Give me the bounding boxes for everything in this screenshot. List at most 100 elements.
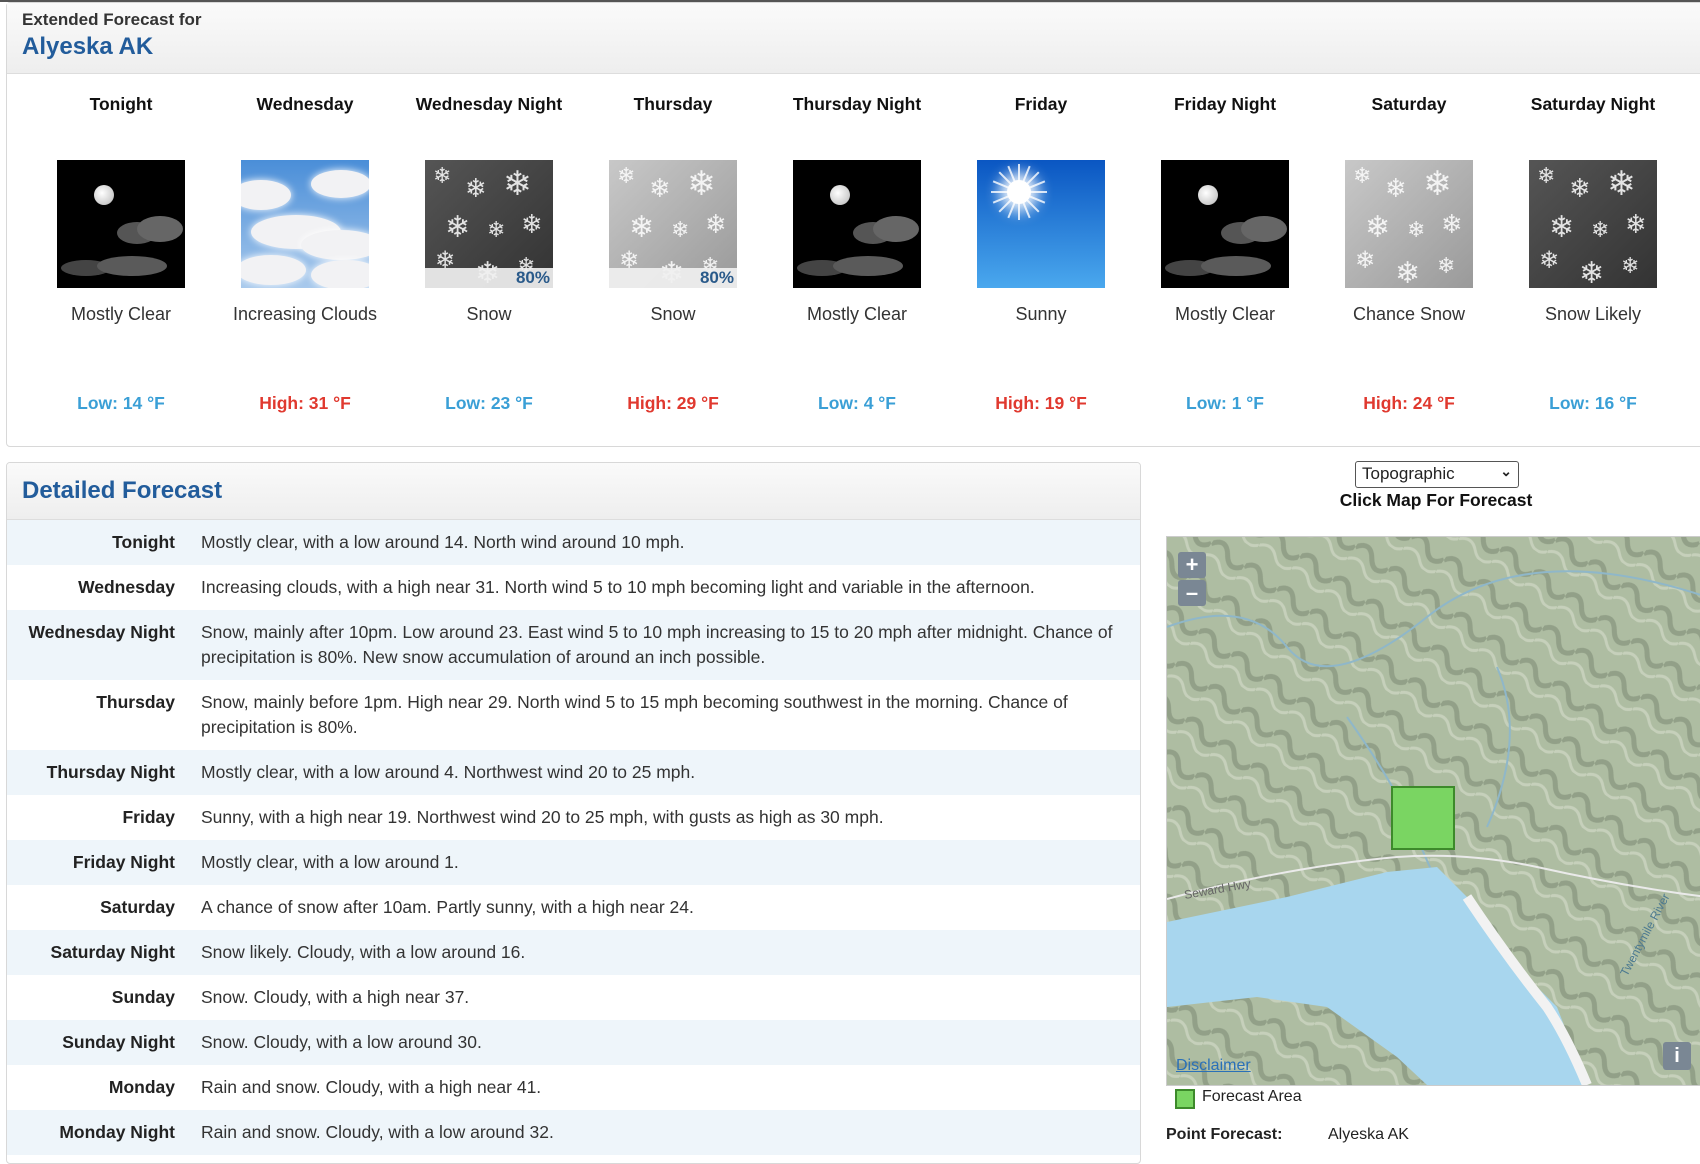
row-label: Tonight xyxy=(112,532,175,552)
extended-forecast-panel: Extended Forecast for Alyeska AK Tonight… xyxy=(6,2,1700,447)
low-temp: Low: 23 °F xyxy=(445,393,533,413)
extended-forecast-subtitle: Extended Forecast for xyxy=(22,10,202,29)
detailed-forecast-header: Detailed Forecast xyxy=(7,463,1140,520)
table-row: Friday Sunny, with a high near 19. Northw… xyxy=(7,795,1140,840)
period-name: Wednesday Night xyxy=(415,94,563,114)
row-label: Monday xyxy=(108,1077,175,1097)
table-row: Monday Rain and snow. Cloudy, with a high… xyxy=(7,1065,1140,1110)
row-label: Sunday Night xyxy=(62,1032,175,1052)
detailed-forecast-table: Tonight Mostly clear, with a low around 1… xyxy=(7,520,1140,1155)
disclaimer-link[interactable]: Disclaimer xyxy=(1176,1057,1251,1075)
row-label: Thursday xyxy=(96,692,175,712)
detailed-forecast-panel: Detailed Forecast Tonight Mostly clear, w… xyxy=(6,462,1141,1164)
row-label: Friday xyxy=(122,807,175,827)
row-label: Sunday xyxy=(111,987,175,1007)
table-row: Monday Night Rain and snow. Cloudy, with … xyxy=(7,1110,1140,1155)
forecast-periods: Tonight Mostly Clear Low: 14 °F Wednesday In… xyxy=(7,75,1700,445)
row-text: Rain and snow. Cloudy, with a high near … xyxy=(201,1077,542,1097)
snow-night-icon: ❄ ❄ ❄ ❄ ❄ ❄ ❄ ❄ ❄ xyxy=(1529,160,1657,288)
table-row: Wednesday Increasing clouds, with a high … xyxy=(7,565,1140,610)
period-short-desc: Snow Likely xyxy=(1544,304,1642,324)
extended-forecast-header: Extended Forecast for Alyeska AK xyxy=(7,3,1700,74)
forecast-period[interactable]: Saturday ❄ ❄ ❄ ❄ ❄ ❄ ❄ ❄ ❄ Chance Snow High: 24 °F xyxy=(1317,75,1501,413)
row-label: Wednesday Night xyxy=(28,622,175,642)
point-forecast-value: Alyeska AK xyxy=(1328,1126,1409,1143)
night-few-clouds-icon xyxy=(793,160,921,288)
forecast-period[interactable]: Tonight Mostly Clear Low: 14 °F xyxy=(29,75,213,413)
table-row: Thursday Snow, mainly before 1pm. High ne… xyxy=(7,680,1140,750)
location-title: Alyeska AK xyxy=(22,33,154,60)
low-temp: Low: 16 °F xyxy=(1549,393,1637,413)
zoom-in-button[interactable]: + xyxy=(1178,552,1206,578)
row-text: Increasing clouds, with a high near 31. … xyxy=(201,577,1035,597)
low-temp: Low: 1 °F xyxy=(1186,393,1264,413)
period-name: Wednesday xyxy=(256,94,354,114)
table-row: Sunday Snow. Cloudy, with a high near 37. xyxy=(7,975,1140,1020)
table-row: Sunday Night Snow. Cloudy, with a low aro… xyxy=(7,1020,1140,1065)
period-short-desc: Mostly Clear xyxy=(70,304,172,324)
row-label: Saturday xyxy=(100,897,175,917)
map-type-select[interactable]: Topographic ⌄ xyxy=(1355,461,1519,488)
forecast-period[interactable]: Friday Night Mostly Clear Low: 1 °F xyxy=(1133,75,1317,413)
row-text: Mostly clear, with a low around 14. Nort… xyxy=(201,532,685,552)
period-short-desc: Sunny xyxy=(1015,304,1067,324)
period-name: Friday xyxy=(1014,94,1068,114)
snow-night-icon: ❄❄❄❄❄❄❄❄❄80% xyxy=(425,160,553,288)
table-row: Tonight Mostly clear, with a low around 1… xyxy=(7,520,1140,565)
period-name: Saturday xyxy=(1371,94,1447,114)
map-caption: Click Map For Forecast xyxy=(1339,490,1533,510)
period-name: Thursday xyxy=(633,94,713,114)
period-short-desc: Mostly Clear xyxy=(806,304,908,324)
high-temp: High: 24 °F xyxy=(1363,393,1455,413)
period-short-desc: Snow xyxy=(650,304,696,324)
period-name: Friday Night xyxy=(1173,94,1277,114)
period-name: Saturday Night xyxy=(1530,94,1656,114)
table-row: Thursday Night Mostly clear, with a low a… xyxy=(7,750,1140,795)
table-row: Saturday A chance of snow after 10am. Par… xyxy=(7,885,1140,930)
table-row: Wednesday Night Snow, mainly after 10pm. … xyxy=(7,610,1140,680)
row-label: Wednesday xyxy=(78,577,175,597)
row-text: Snow. Cloudy, with a low around 30. xyxy=(201,1032,482,1052)
period-short-desc: Snow xyxy=(466,304,512,324)
precip-chance: 80% xyxy=(515,268,550,287)
period-short-desc: Mostly Clear xyxy=(1174,304,1276,324)
row-label: Friday Night xyxy=(72,852,175,872)
period-name: Tonight xyxy=(89,94,153,114)
row-text: Snow. Cloudy, with a high near 37. xyxy=(201,987,470,1007)
map-type-value: Topographic xyxy=(1362,464,1455,483)
detailed-forecast-title: Detailed Forecast xyxy=(22,477,223,504)
forecast-period[interactable]: Wednesday Night ❄❄❄❄❄❄❄❄❄80% Snow Low: 23 °… xyxy=(397,75,581,413)
row-text: Mostly clear, with a low around 4. North… xyxy=(201,762,696,782)
snow-day-icon: ❄❄❄❄❄❄❄❄❄80% xyxy=(609,160,737,288)
forecast-area-marker[interactable] xyxy=(1391,786,1455,850)
row-label: Monday Night xyxy=(59,1122,175,1142)
sunny-icon xyxy=(977,160,1105,288)
forecast-period[interactable]: Friday Sunny High: 19 °F xyxy=(949,75,1133,413)
forecast-period[interactable]: Wednesday Increasing Clouds High: 31 °F xyxy=(213,75,397,413)
point-forecast-label: Point Forecast: xyxy=(1166,1126,1283,1143)
row-text: Snow, mainly after 10pm. Low around 23. … xyxy=(201,622,1113,667)
forecast-period[interactable]: Saturday Night ❄ ❄ ❄ ❄ ❄ ❄ ❄ ❄ ❄ Snow Likely Low: 1… xyxy=(1501,75,1685,413)
info-button[interactable]: i xyxy=(1663,1042,1691,1070)
low-temp: Low: 4 °F xyxy=(818,393,896,413)
row-text: Sunny, with a high near 19. Northwest wi… xyxy=(201,807,884,827)
row-label: Saturday Night xyxy=(50,942,175,962)
zoom-out-button[interactable]: – xyxy=(1178,580,1206,606)
period-name: Thursday Night xyxy=(792,94,922,114)
night-few-clouds-icon xyxy=(1161,160,1289,288)
forecast-map[interactable]: Seward Hwy Twentymile River + – Disclaim… xyxy=(1166,536,1700,1086)
forecast-period[interactable]: Thursday Night Mostly Clear Low: 4 °F xyxy=(765,75,949,413)
row-text: Rain and snow. Cloudy, with a low around… xyxy=(201,1122,554,1142)
row-text: Snow likely. Cloudy, with a low around 1… xyxy=(201,942,526,962)
forecast-area-swatch xyxy=(1175,1089,1195,1109)
row-text: Snow, mainly before 1pm. High near 29. N… xyxy=(201,692,1068,737)
high-temp: High: 19 °F xyxy=(995,393,1087,413)
increasing-clouds-icon xyxy=(241,160,369,288)
high-temp: High: 31 °F xyxy=(259,393,351,413)
table-row: Saturday Night Snow likely. Cloudy, with … xyxy=(7,930,1140,975)
snow-day-icon: ❄ ❄ ❄ ❄ ❄ ❄ ❄ ❄ ❄ xyxy=(1345,160,1473,288)
high-temp: High: 29 °F xyxy=(627,393,719,413)
forecast-period[interactable]: Thursday ❄❄❄❄❄❄❄❄❄80% Snow High: 29 °F xyxy=(581,75,765,413)
row-label: Thursday Night xyxy=(46,762,175,782)
row-text: A chance of snow after 10am. Partly sunn… xyxy=(201,897,694,917)
